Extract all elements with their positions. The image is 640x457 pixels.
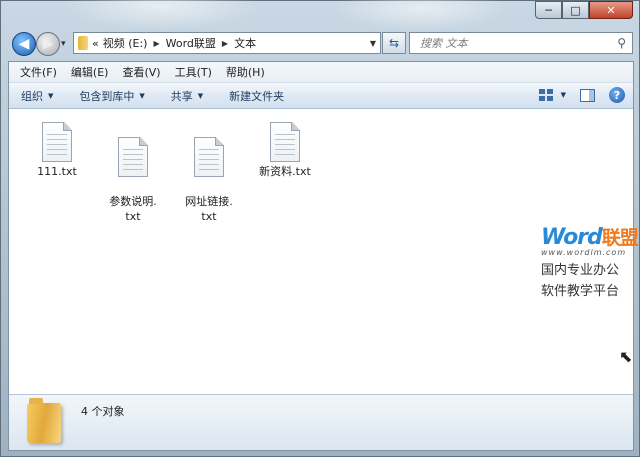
menu-help[interactable]: 帮助(H) <box>219 64 272 80</box>
view-dropdown-icon[interactable]: ▼ <box>561 91 566 99</box>
command-bar: 组织 ▼ 包含到库中 ▼ 共享 ▼ 新建文件夹 ▼ ? <box>9 83 633 109</box>
file-name: 新资料.txt <box>259 165 311 178</box>
organize-label: 组织 <box>21 89 43 103</box>
share-label: 共享 <box>170 89 193 103</box>
forward-arrow-icon: ▶ <box>42 36 54 52</box>
text-file-icon <box>42 122 72 162</box>
menu-view[interactable]: 查看(V) <box>115 64 167 80</box>
watermark-url: www.wordlm.com <box>541 248 627 257</box>
mouse-cursor-icon: ⬉ <box>619 347 633 366</box>
forward-button[interactable]: ▶ <box>36 32 60 56</box>
menu-tools[interactable]: 工具(T) <box>168 64 219 80</box>
folder-icon <box>27 398 61 443</box>
breadcrumb-folder[interactable]: Word联盟 <box>166 35 216 51</box>
file-name: 网址链接. txt <box>185 195 233 223</box>
refresh-icon: ⇆ <box>388 36 400 50</box>
address-overflow[interactable]: « <box>92 37 99 50</box>
text-file-icon <box>194 137 224 177</box>
address-dropdown-icon[interactable]: ▼ <box>370 39 376 48</box>
glass-reflection <box>61 0 261 31</box>
list-item[interactable]: 参数说明. txt <box>98 122 168 224</box>
item-count: 4 个对象 <box>81 405 125 418</box>
command-bar-right: ▼ ? <box>538 87 625 103</box>
new-folder-label: 新建文件夹 <box>229 89 285 103</box>
watermark-logo: Word联盟 <box>541 225 639 250</box>
organize-button[interactable]: 组织 ▼ <box>21 88 53 104</box>
text-file-icon <box>270 122 300 162</box>
glass-reflection <box>331 0 511 31</box>
breadcrumb-drive[interactable]: 视频 (E:) <box>103 35 148 51</box>
folder-icon <box>78 36 88 50</box>
list-item[interactable]: 网址链接. txt <box>174 122 244 224</box>
share-button[interactable]: 共享 ▼ <box>171 88 203 104</box>
refresh-button[interactable]: ⇆ <box>382 32 406 54</box>
search-icon[interactable]: ⚲ <box>617 36 626 50</box>
view-options-icon[interactable] <box>538 89 553 101</box>
text-file-icon <box>118 137 148 177</box>
file-name: 111.txt <box>37 165 77 178</box>
menu-file[interactable]: 文件(F) <box>13 64 64 80</box>
back-arrow-icon: ◀ <box>18 36 30 52</box>
list-item[interactable]: 111.txt <box>22 122 92 179</box>
chevron-down-icon: ▼ <box>48 91 54 100</box>
watermark: Word联盟 www.wordlm.com 国内专业办公 软件教学平台 <box>541 223 640 299</box>
explorer-window: ─ □ ✕ ◀ ▶ ▾ « 视频 (E:) ▶ Word联盟 ▶ 文本 ▼ ⇆ … <box>0 0 640 457</box>
include-in-library-label: 包含到库中 <box>79 89 135 103</box>
address-bar[interactable]: « 视频 (E:) ▶ Word联盟 ▶ 文本 ▼ <box>73 32 381 54</box>
include-in-library-button[interactable]: 包含到库中 ▼ <box>79 88 144 104</box>
breadcrumb-separator-icon[interactable]: ▶ <box>222 39 228 48</box>
file-list: 111.txt 参数说明. txt 网址链接. txt 新资料.txt <box>9 110 633 396</box>
help-icon[interactable]: ? <box>609 87 625 103</box>
chevron-down-icon: ▼ <box>197 91 204 100</box>
search-placeholder: 搜索 文本 <box>420 37 468 50</box>
close-button[interactable]: ✕ <box>589 1 633 19</box>
caption-buttons: ─ □ ✕ <box>535 1 633 19</box>
menu-edit[interactable]: 编辑(E) <box>64 64 116 80</box>
new-folder-button[interactable]: 新建文件夹 <box>229 88 284 104</box>
preview-pane-icon[interactable] <box>580 88 595 102</box>
menu-bar: 文件(F) 编辑(E) 查看(V) 工具(T) 帮助(H) <box>9 62 633 83</box>
minimize-button[interactable]: ─ <box>535 1 562 19</box>
watermark-line2: 软件教学平台 <box>541 284 620 299</box>
breadcrumb-current[interactable]: 文本 <box>234 35 256 51</box>
recent-pages-dropdown[interactable]: ▾ <box>61 39 66 49</box>
watermark-line1: 国内专业办公 <box>541 263 620 278</box>
breadcrumb-separator-icon[interactable]: ▶ <box>153 39 159 48</box>
search-input[interactable]: 搜索 文本 ⚲ <box>409 32 633 54</box>
details-pane: 4 个对象 <box>9 394 633 450</box>
maximize-button[interactable]: □ <box>562 1 589 19</box>
list-item[interactable]: 新资料.txt <box>250 122 320 179</box>
file-name: 参数说明. txt <box>109 195 157 223</box>
chevron-down-icon: ▼ <box>139 91 145 100</box>
back-button[interactable]: ◀ <box>12 32 36 56</box>
